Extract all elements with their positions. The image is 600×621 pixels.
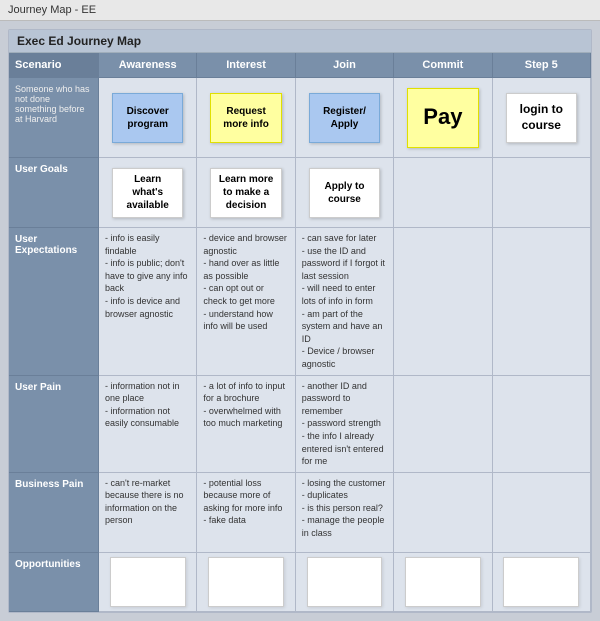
row-label-expectations: User Expectations bbox=[9, 228, 99, 376]
expectations-awareness-cell: info is easily findable info is public; … bbox=[99, 228, 197, 376]
biz-step5-cell bbox=[493, 473, 591, 553]
col-header-scenario: Scenario bbox=[9, 53, 99, 78]
pain-interest-cell: a lot of info to input for a brochure ov… bbox=[197, 376, 295, 473]
scenario-awareness-cell: Discover program bbox=[99, 78, 197, 158]
window-title: Journey Map - EE bbox=[8, 4, 96, 16]
row-label-pain: User Pain bbox=[9, 376, 99, 473]
expectations-join-cell: can save for later use the ID and passwo… bbox=[296, 228, 394, 376]
scenario-join-cell: Register/ Apply bbox=[296, 78, 394, 158]
opp-join-cell bbox=[296, 553, 394, 612]
scenario-join-note: Register/ Apply bbox=[309, 93, 381, 143]
row-label-scenario: Someone who has not done something befor… bbox=[9, 78, 99, 158]
goals-step5-cell bbox=[493, 158, 591, 228]
expectations-commit-cell bbox=[394, 228, 492, 376]
opp-interest-box bbox=[208, 557, 284, 607]
expectations-interest-cell: device and browser agnostic hand over as… bbox=[197, 228, 295, 376]
col-header-commit: Commit bbox=[394, 53, 492, 78]
goals-join-note: Apply to course bbox=[309, 168, 381, 218]
row-label-opportunities: Opportunities bbox=[9, 553, 99, 612]
scenario-awareness-note: Discover program bbox=[112, 93, 184, 143]
biz-commit-cell bbox=[394, 473, 492, 553]
col-header-join: Join bbox=[296, 53, 394, 78]
opp-join-box bbox=[307, 557, 383, 607]
col-header-awareness: Awareness bbox=[99, 53, 197, 78]
col-header-step5: Step 5 bbox=[493, 53, 591, 78]
scenario-commit-note: Pay bbox=[407, 88, 479, 148]
biz-interest-cell: potential loss because more of asking fo… bbox=[197, 473, 295, 553]
scenario-interest-cell: Request more info bbox=[197, 78, 295, 158]
col-header-interest: Interest bbox=[197, 53, 295, 78]
row-label-biz-pain: Business Pain bbox=[9, 473, 99, 553]
scenario-step5-note: login to course bbox=[506, 93, 578, 143]
opp-step5-cell bbox=[493, 553, 591, 612]
opp-awareness-cell bbox=[99, 553, 197, 612]
opp-step5-box bbox=[503, 557, 579, 607]
pain-commit-cell bbox=[394, 376, 492, 473]
row-label-goals: User Goals bbox=[9, 158, 99, 228]
scenario-commit-cell: Pay bbox=[394, 78, 492, 158]
pain-join-cell: another ID and password to remember pass… bbox=[296, 376, 394, 473]
opp-commit-cell bbox=[394, 553, 492, 612]
expectations-step5-cell bbox=[493, 228, 591, 376]
opp-interest-cell bbox=[197, 553, 295, 612]
pain-awareness-cell: information not in one place information… bbox=[99, 376, 197, 473]
biz-join-cell: losing the customer duplicates is this p… bbox=[296, 473, 394, 553]
opp-commit-box bbox=[405, 557, 481, 607]
pain-step5-cell bbox=[493, 376, 591, 473]
goals-commit-cell bbox=[394, 158, 492, 228]
opp-awareness-box bbox=[110, 557, 186, 607]
map-title: Exec Ed Journey Map bbox=[9, 30, 591, 53]
title-bar: Journey Map - EE bbox=[0, 0, 600, 21]
scenario-interest-note: Request more info bbox=[210, 93, 282, 143]
goals-awareness-cell: Learn what's available bbox=[99, 158, 197, 228]
goals-interest-note: Learn more to make a decision bbox=[210, 168, 282, 218]
scenario-step5-cell: login to course bbox=[493, 78, 591, 158]
goals-interest-cell: Learn more to make a decision bbox=[197, 158, 295, 228]
goals-awareness-note: Learn what's available bbox=[112, 168, 184, 218]
biz-awareness-cell: can't re-market because there is no info… bbox=[99, 473, 197, 553]
goals-join-cell: Apply to course bbox=[296, 158, 394, 228]
